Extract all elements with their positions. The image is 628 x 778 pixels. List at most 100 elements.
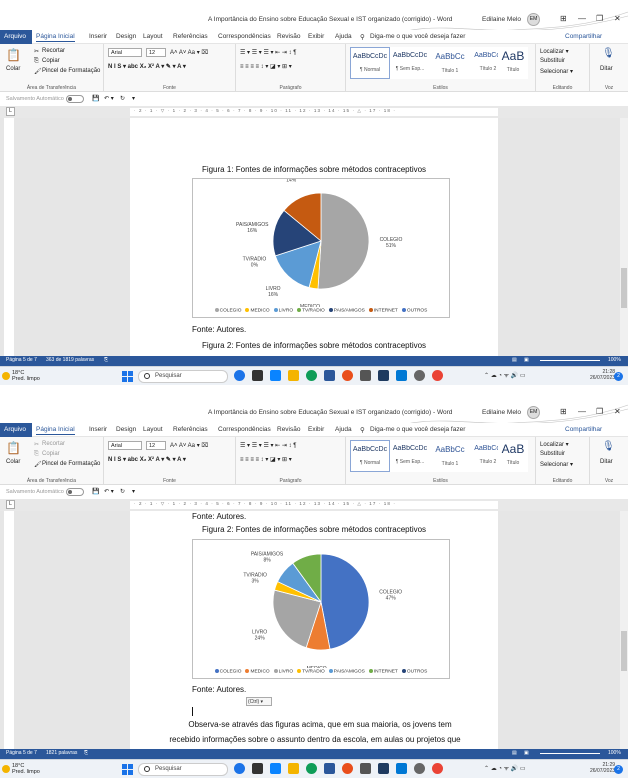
word-count[interactable]: 363 de 1819 palavras bbox=[46, 357, 94, 363]
font-row2-buttons[interactable]: N I S ▾ abc X₂ X² A ▾ ✎ ▾ A ▾ bbox=[108, 456, 186, 463]
read-mode-icon[interactable]: ▤ bbox=[512, 357, 517, 363]
dictate-button[interactable]: Ditar bbox=[600, 459, 613, 465]
firefox-icon[interactable] bbox=[342, 370, 353, 381]
chrome-icon[interactable] bbox=[432, 370, 443, 381]
weather-widget[interactable]: 18°C Pred. limpo bbox=[12, 763, 40, 775]
minimize-button[interactable]: — bbox=[578, 407, 586, 416]
word-count[interactable]: 1821 palavras bbox=[46, 750, 77, 756]
clock[interactable]: 21:28 26/07/2023 bbox=[590, 369, 615, 381]
store-icon[interactable] bbox=[360, 370, 371, 381]
weather-icon[interactable] bbox=[2, 765, 10, 773]
font-row1-buttons[interactable]: A˄ A˅ Aa ▾ ⌧ bbox=[170, 49, 208, 56]
undo-icon[interactable]: ↶ ▾ bbox=[104, 95, 114, 102]
tab-pagina-inicial[interactable]: Página Inicial bbox=[36, 33, 75, 42]
windows-start-icon[interactable] bbox=[122, 764, 133, 775]
style-sem-espacamento[interactable]: AaBbCcDc ¶ Sem Esp... bbox=[390, 440, 430, 472]
tab-design[interactable]: Design bbox=[116, 426, 136, 433]
vertical-scrollbar[interactable] bbox=[620, 511, 628, 749]
tab-layout[interactable]: Layout bbox=[143, 426, 163, 433]
style-titulo-1[interactable]: AaBbCc Título 1 bbox=[430, 47, 470, 79]
copy-button[interactable]: Copiar bbox=[42, 58, 60, 64]
tab-exibir[interactable]: Exibir bbox=[308, 33, 324, 40]
save-icon[interactable]: 💾 bbox=[92, 95, 99, 102]
proofing-icon[interactable]: ⎘ bbox=[84, 750, 88, 756]
select-button[interactable]: Selecionar ▾ bbox=[540, 68, 573, 75]
paste-button[interactable]: Colar bbox=[6, 459, 20, 465]
tab-referencias[interactable]: Referências bbox=[173, 426, 208, 433]
pie-chart-figure-1[interactable]: COLEGIO51% MEDICO3% LIVRO16% TV/RADIO0% PAIS… bbox=[192, 178, 450, 318]
zoom-level[interactable]: 100% bbox=[608, 357, 621, 363]
tab-inserir[interactable]: Inserir bbox=[89, 426, 107, 433]
windows-start-icon[interactable] bbox=[122, 371, 133, 382]
tab-selector[interactable]: L bbox=[6, 107, 15, 116]
edge-icon[interactable] bbox=[306, 370, 317, 381]
proofing-icon[interactable]: ⎘ bbox=[104, 357, 108, 363]
microphone-icon[interactable]: 🎙 bbox=[602, 48, 615, 59]
customize-icon[interactable]: ▾ bbox=[132, 488, 135, 495]
close-button[interactable]: ✕ bbox=[614, 407, 621, 416]
pie-slice-colegio[interactable] bbox=[320, 553, 370, 650]
dictate-button[interactable]: Ditar bbox=[600, 66, 613, 72]
restore-button[interactable]: ❐ bbox=[596, 14, 603, 23]
browser-icon[interactable] bbox=[234, 763, 245, 774]
customize-icon[interactable]: ▾ bbox=[132, 95, 135, 102]
teams-icon[interactable] bbox=[270, 370, 281, 381]
minimize-button[interactable]: — bbox=[578, 14, 586, 23]
notification-badge[interactable]: 2 bbox=[614, 765, 623, 774]
paragraph-row1-buttons[interactable]: ☰ ▾ ☰ ▾ ☰ ▾ ⇤ ⇥ ↕ ¶ bbox=[240, 442, 296, 449]
replace-button[interactable]: Substituir bbox=[540, 451, 565, 457]
font-name-input[interactable]: Arial bbox=[108, 48, 142, 57]
tab-revisao[interactable]: Revisão bbox=[277, 426, 300, 433]
document-page[interactable]: Figura 1: Fontes de informações sobre mé… bbox=[130, 118, 498, 356]
paragraph-row2-buttons[interactable]: ≡ ≡ ≡ ≡ ↕ ▾ ◪ ▾ ⊞ ▾ bbox=[240, 456, 292, 463]
pie-chart-figure-2[interactable]: COLEGIO47% MEDICO8% LIVRO24% TV/RADIO3% PAIS… bbox=[192, 539, 450, 679]
page-count[interactable]: Página 5 de 7 bbox=[6, 357, 37, 363]
system-tray[interactable]: ⌃ ☁ ◔ ᯤ 🔊 ▭ bbox=[484, 764, 526, 772]
save-icon[interactable]: 💾 bbox=[92, 488, 99, 495]
user-name[interactable]: Edilaine Melo bbox=[482, 409, 521, 416]
font-row1-buttons[interactable]: A˄ A˅ Aa ▾ ⌧ bbox=[170, 442, 208, 449]
ruler-scale[interactable]: · 2 · 1 · ▽ · 1 · 2 · 3 · 4 · 5 · 6 · 7 … bbox=[130, 108, 498, 116]
zoom-level[interactable]: 100% bbox=[608, 750, 621, 756]
browser-icon[interactable] bbox=[234, 370, 245, 381]
zoom-slider[interactable] bbox=[540, 360, 600, 361]
mail-icon[interactable] bbox=[396, 370, 407, 381]
tell-me-search[interactable]: Diga-me o que você deseja fazer bbox=[370, 33, 465, 40]
tab-pagina-inicial[interactable]: Página Inicial bbox=[36, 426, 75, 435]
zoom-slider[interactable] bbox=[540, 753, 600, 754]
style-sem-espacamento[interactable]: AaBbCcDc ¶ Sem Esp... bbox=[390, 47, 430, 79]
weather-icon[interactable] bbox=[2, 372, 10, 380]
file-explorer-icon[interactable] bbox=[288, 370, 299, 381]
word-icon[interactable] bbox=[324, 763, 335, 774]
paste-button[interactable]: Colar bbox=[6, 66, 20, 72]
dropbox-icon[interactable] bbox=[378, 370, 389, 381]
task-view-icon[interactable] bbox=[252, 370, 263, 381]
file-explorer-icon[interactable] bbox=[288, 763, 299, 774]
paste-icon[interactable]: 📋 bbox=[6, 441, 21, 455]
tab-design[interactable]: Design bbox=[116, 33, 136, 40]
style-titulo[interactable]: AaB Título bbox=[498, 47, 528, 79]
tab-revisao[interactable]: Revisão bbox=[277, 33, 300, 40]
print-layout-icon[interactable]: ▣ bbox=[524, 357, 529, 363]
tab-arquivo[interactable]: Arquivo bbox=[0, 423, 32, 437]
taskbar-search[interactable]: Pesquisar bbox=[138, 370, 228, 383]
font-row2-buttons[interactable]: N I S ▾ abc X₂ X² A ▾ ✎ ▾ A ▾ bbox=[108, 63, 186, 70]
tab-exibir[interactable]: Exibir bbox=[308, 426, 324, 433]
restore-button[interactable]: ❐ bbox=[596, 407, 603, 416]
cut-button[interactable]: Recortar bbox=[42, 48, 65, 54]
notification-badge[interactable]: 2 bbox=[614, 372, 623, 381]
taskbar-search[interactable]: Pesquisar bbox=[138, 763, 228, 776]
ribbon-display-icon[interactable]: ⊞ bbox=[560, 14, 567, 23]
autosave-toggle[interactable] bbox=[66, 488, 84, 496]
mail-icon[interactable] bbox=[396, 763, 407, 774]
tab-layout[interactable]: Layout bbox=[143, 33, 163, 40]
share-button[interactable]: Compartilhar bbox=[565, 426, 602, 433]
style-normal[interactable]: AaBbCcDc ¶ Normal bbox=[350, 47, 390, 79]
clock[interactable]: 21:29 26/07/2023 bbox=[590, 762, 615, 774]
ribbon-display-icon[interactable]: ⊞ bbox=[560, 407, 567, 416]
undo-icon[interactable]: ↶ ▾ bbox=[104, 488, 114, 495]
settings-icon[interactable] bbox=[414, 763, 425, 774]
close-button[interactable]: ✕ bbox=[614, 14, 621, 23]
page-count[interactable]: Página 5 de 7 bbox=[6, 750, 37, 756]
redo-icon[interactable]: ↻ bbox=[120, 488, 125, 495]
